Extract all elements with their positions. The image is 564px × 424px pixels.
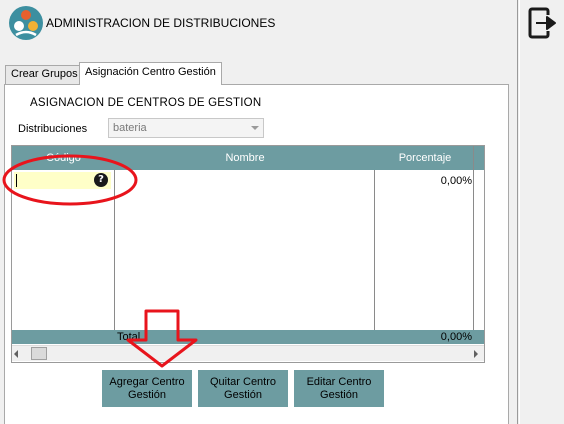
column-divider [473, 146, 474, 330]
column-divider [114, 170, 115, 330]
section-title: ASIGNACION DE CENTROS DE GESTION [30, 97, 262, 109]
column-header-nombre[interactable]: Nombre [115, 146, 375, 170]
footer-total-value: 0,00% [440, 331, 472, 343]
chevron-down-icon [251, 126, 259, 130]
codigo-input[interactable]: ? [14, 172, 111, 189]
column-header-porcentaje[interactable]: Porcentaje [375, 146, 475, 170]
side-panel-divider-highlight [519, 0, 520, 424]
editar-centro-gestion-button[interactable]: Editar Centro Gestión [294, 370, 384, 407]
distribuciones-select[interactable]: bateria [108, 118, 264, 138]
side-panel-divider [517, 0, 518, 424]
horizontal-scrollbar[interactable] [12, 345, 484, 361]
app-title: ADMINISTRACION DE DISTRIBUCIONES [46, 16, 276, 30]
help-icon[interactable]: ? [94, 173, 108, 187]
scroll-thumb[interactable] [31, 347, 47, 360]
grid-header: Código Nombre Porcentaje [12, 146, 484, 170]
text-caret [16, 174, 17, 187]
grid-footer: Total 0,00% [12, 330, 484, 344]
column-divider [374, 170, 375, 330]
agregar-centro-gestion-button[interactable]: Agregar Centro Gestión [102, 370, 192, 407]
quitar-centro-gestion-button[interactable]: Quitar Centro Gestión [198, 370, 288, 407]
distribuciones-value: bateria [113, 122, 147, 134]
scroll-right-icon[interactable] [474, 350, 478, 358]
tab-asignacion-centro-gestion[interactable]: Asignación Centro Gestión [79, 62, 222, 85]
distribuciones-label: Distribuciones [18, 123, 88, 135]
column-header-codigo[interactable]: Código [12, 146, 115, 170]
exit-icon[interactable] [527, 5, 557, 41]
row-porcentaje: 0,00% [440, 175, 472, 187]
app-logo-icon [9, 6, 43, 40]
footer-total-label: Total [117, 331, 141, 343]
scroll-left-icon[interactable] [14, 350, 18, 358]
tab-crear-grupos[interactable]: Crear Grupos [5, 65, 84, 84]
